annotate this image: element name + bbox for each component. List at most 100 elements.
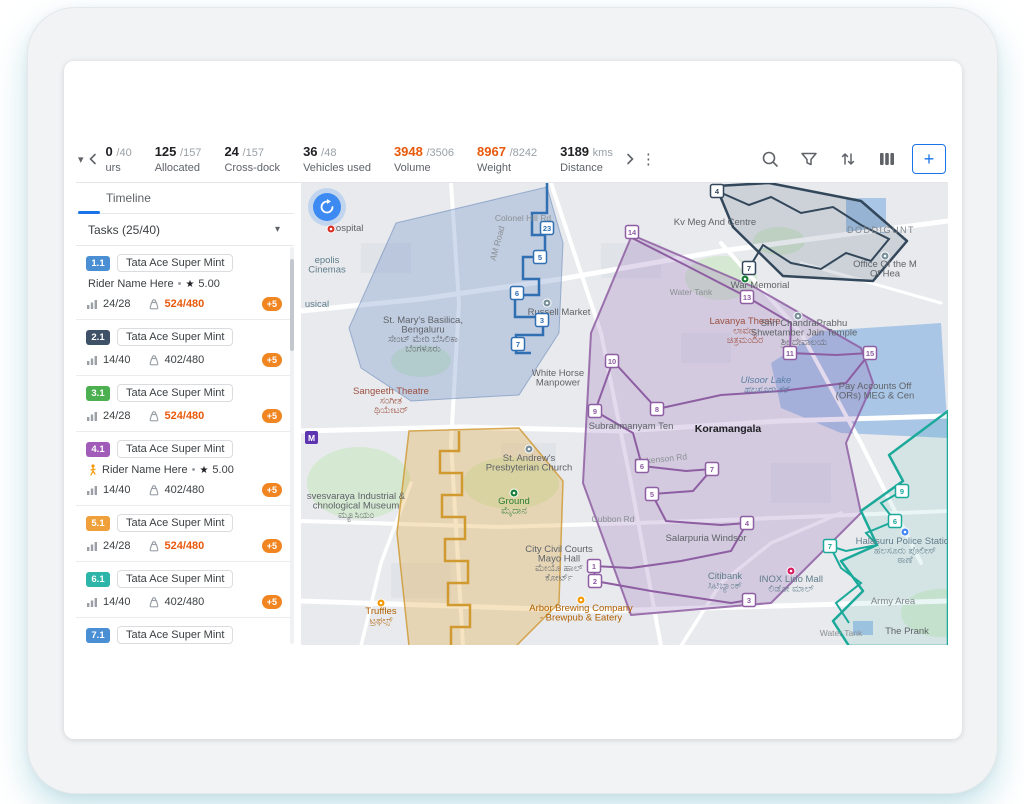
load-count: 524/480 (165, 410, 205, 422)
vehicle-name-chip[interactable]: Tata Ace Super Mint (117, 254, 233, 272)
stat-item: 36 /48 Vehicles used (303, 145, 371, 174)
stats-scroll-left-icon[interactable] (86, 152, 100, 166)
waypoint-marker[interactable]: 3 (743, 594, 756, 607)
waypoint-marker[interactable]: 23 (541, 222, 554, 235)
stat-value: 125 (155, 144, 177, 159)
stat-total: /157 (180, 147, 201, 159)
svg-text:1: 1 (592, 562, 596, 571)
svg-text:Kv Meg And Centre: Kv Meg And Centre (674, 217, 756, 228)
waypoint-marker[interactable]: 3 (536, 314, 549, 327)
columns-icon[interactable] (878, 150, 896, 168)
tab-timeline[interactable]: Timeline (76, 183, 294, 214)
scrollbar-thumb[interactable] (290, 259, 294, 351)
waypoint-marker[interactable]: 4 (711, 185, 724, 198)
svg-text:9: 9 (900, 487, 904, 496)
stat-value: 8967 (477, 144, 506, 159)
vehicle-name-chip[interactable]: Tata Ace Super Mint (117, 514, 233, 532)
load-count: 402/480 (165, 354, 205, 366)
star-icon: ★ (199, 465, 208, 476)
vehicle-card[interactable]: 6.1 Tata Ace Super Mint 14/40 402/480 +5 (76, 562, 294, 618)
vehicle-name-chip[interactable]: Tata Ace Super Mint (117, 384, 233, 402)
svg-text:Salarpuria Windsor: Salarpuria Windsor (666, 533, 747, 544)
stat-total: kms (593, 147, 613, 159)
tasks-collapse-icon[interactable]: ▾ (275, 224, 280, 235)
waypoint-marker[interactable]: 4 (741, 517, 754, 530)
weight-icon (148, 410, 160, 422)
map-canvas[interactable]: hospitalColonel Hill RdAM RoadepolisCine… (301, 183, 948, 645)
svg-text:ಟ್ರಫಲ್ಸ್: ಟ್ರಫಲ್ಸ್ (369, 616, 394, 627)
filter-icon[interactable] (800, 150, 818, 168)
stat-item: 24 /157 Cross-dock (224, 145, 280, 174)
waypoint-marker[interactable]: 6 (889, 515, 902, 528)
stops-icon (86, 596, 98, 608)
sort-icon[interactable] (839, 150, 857, 168)
refresh-icon (319, 199, 335, 215)
route-id-badge: 5.1 (86, 516, 110, 531)
waypoint-marker[interactable]: 7 (512, 338, 525, 351)
waypoint-marker[interactable]: 8 (651, 403, 664, 416)
svg-text:Water Tank: Water Tank (670, 287, 713, 297)
waypoint-marker[interactable]: 9 (896, 485, 909, 498)
vehicle-card[interactable]: 2.1 Tata Ace Super Mint 14/40 402/480 +5 (76, 320, 294, 376)
svg-text:ಲಿಡೋ ಮಾಲ್: ಲಿಡೋ ಮಾಲ್ (768, 584, 814, 595)
waypoint-marker[interactable]: 15 (864, 347, 877, 360)
waypoint-marker[interactable]: 11 (784, 347, 797, 360)
waypoint-marker[interactable]: 7 (824, 540, 837, 553)
sidebar-scrollbar[interactable] (290, 247, 294, 644)
vehicle-card[interactable]: 4.1 Tata Ace Super Mint Rider Name Here … (76, 432, 294, 506)
waypoint-marker[interactable]: 10 (606, 355, 619, 368)
add-route-button[interactable]: + (912, 144, 946, 174)
vehicle-name-chip[interactable]: Tata Ace Super Mint (117, 570, 233, 588)
poi-pin (901, 528, 909, 536)
map-label: Ulsoor Lakeಹಲಸೂರು ಕೆರೆ (741, 375, 792, 396)
extra-tasks-badge: +5 (262, 539, 282, 553)
stat-total: /8242 (510, 147, 538, 159)
stat-item: 125 /157 Allocated (155, 145, 202, 174)
vehicle-name-chip[interactable]: Tata Ace Super Mint (117, 440, 233, 458)
weight-icon (148, 596, 160, 608)
dropdown-caret-icon[interactable]: ▾ (78, 153, 84, 166)
rider-rating: 5.00 (212, 464, 233, 476)
poi-pin (577, 596, 585, 604)
map-label: Groundಮೈದಾನ (498, 496, 530, 517)
waypoint-marker[interactable]: 9 (589, 405, 602, 418)
weight-icon (148, 354, 160, 366)
map-label: Army Area (871, 596, 916, 607)
waypoint-marker[interactable]: 5 (534, 251, 547, 264)
vehicle-card[interactable]: 3.1 Tata Ace Super Mint 24/28 524/480 +5 (76, 376, 294, 432)
rider-name: Rider Name Here (88, 278, 174, 290)
vehicle-card[interactable]: 5.1 Tata Ace Super Mint 24/28 524/480 +5 (76, 506, 294, 562)
vehicle-card[interactable]: 7.1 Tata Ace Super Mint 14/40 402/480 +5 (76, 618, 294, 645)
svg-text:Subrahmanyam Ten: Subrahmanyam Ten (589, 421, 674, 432)
svg-text:(ORs) MEG & Cen: (ORs) MEG & Cen (836, 391, 915, 402)
waypoint-marker[interactable]: 14 (626, 226, 639, 239)
waypoint-marker[interactable]: 1 (588, 560, 601, 573)
extra-tasks-badge: +5 (262, 483, 282, 497)
waypoint-marker[interactable]: 6 (511, 287, 524, 300)
svg-text:Water Tank: Water Tank (820, 628, 863, 638)
vehicle-stats-row: 24/28 524/480 +5 (86, 539, 288, 553)
stat-value: 24 (224, 144, 238, 159)
map-label: White HorseManpower (532, 368, 584, 389)
stops-icon (86, 484, 98, 496)
tasks-header[interactable]: Tasks (25/40) ▾ (76, 214, 294, 246)
svg-text:The Prank: The Prank (885, 626, 929, 637)
waypoint-marker[interactable]: 5 (646, 488, 659, 501)
waypoint-marker[interactable]: 2 (589, 575, 602, 588)
waypoint-marker[interactable]: 7 (706, 463, 719, 476)
svg-text:ಮೈದಾನ: ಮೈದಾನ (501, 506, 528, 517)
stat-total: /157 (243, 147, 264, 159)
stat-item: 0 /40 urs (106, 145, 132, 174)
vehicle-name-chip[interactable]: Tata Ace Super Mint (117, 328, 233, 346)
more-options-icon[interactable]: ⋮ (641, 150, 656, 168)
waypoint-marker[interactable]: 13 (741, 291, 754, 304)
vehicle-card[interactable]: 1.1 Tata Ace Super Mint Rider Name Here … (76, 246, 294, 320)
svg-text:ಬೆಂಗಳೂರು: ಬೆಂಗಳೂರು (405, 344, 440, 355)
vehicle-name-chip[interactable]: Tata Ace Super Mint (117, 626, 233, 644)
load-count: 402/480 (165, 484, 205, 496)
waypoint-marker[interactable]: 6 (636, 460, 649, 473)
refresh-routes-button[interactable] (313, 193, 341, 221)
search-icon[interactable] (761, 150, 779, 168)
waypoint-marker[interactable]: 7 (743, 262, 756, 275)
stats-scroll-right-icon[interactable] (623, 152, 637, 166)
